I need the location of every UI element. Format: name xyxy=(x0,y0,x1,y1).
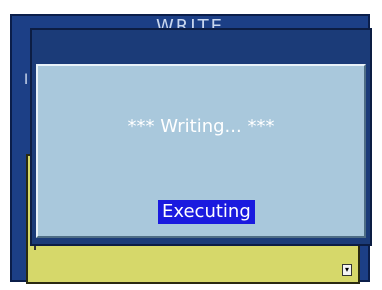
screen: WRITE I ▾ *** Writing... *** Executing xyxy=(0,0,382,290)
writing-dialog: *** Writing... *** Executing xyxy=(30,28,372,246)
scroll-down-button[interactable]: ▾ xyxy=(342,264,352,276)
dialog-body: *** Writing... *** Executing xyxy=(36,64,366,238)
background-window-label: I xyxy=(24,72,29,88)
writing-message: *** Writing... *** xyxy=(127,116,275,137)
dialog-titlebar xyxy=(32,30,370,62)
status-badge: Executing xyxy=(158,200,255,224)
